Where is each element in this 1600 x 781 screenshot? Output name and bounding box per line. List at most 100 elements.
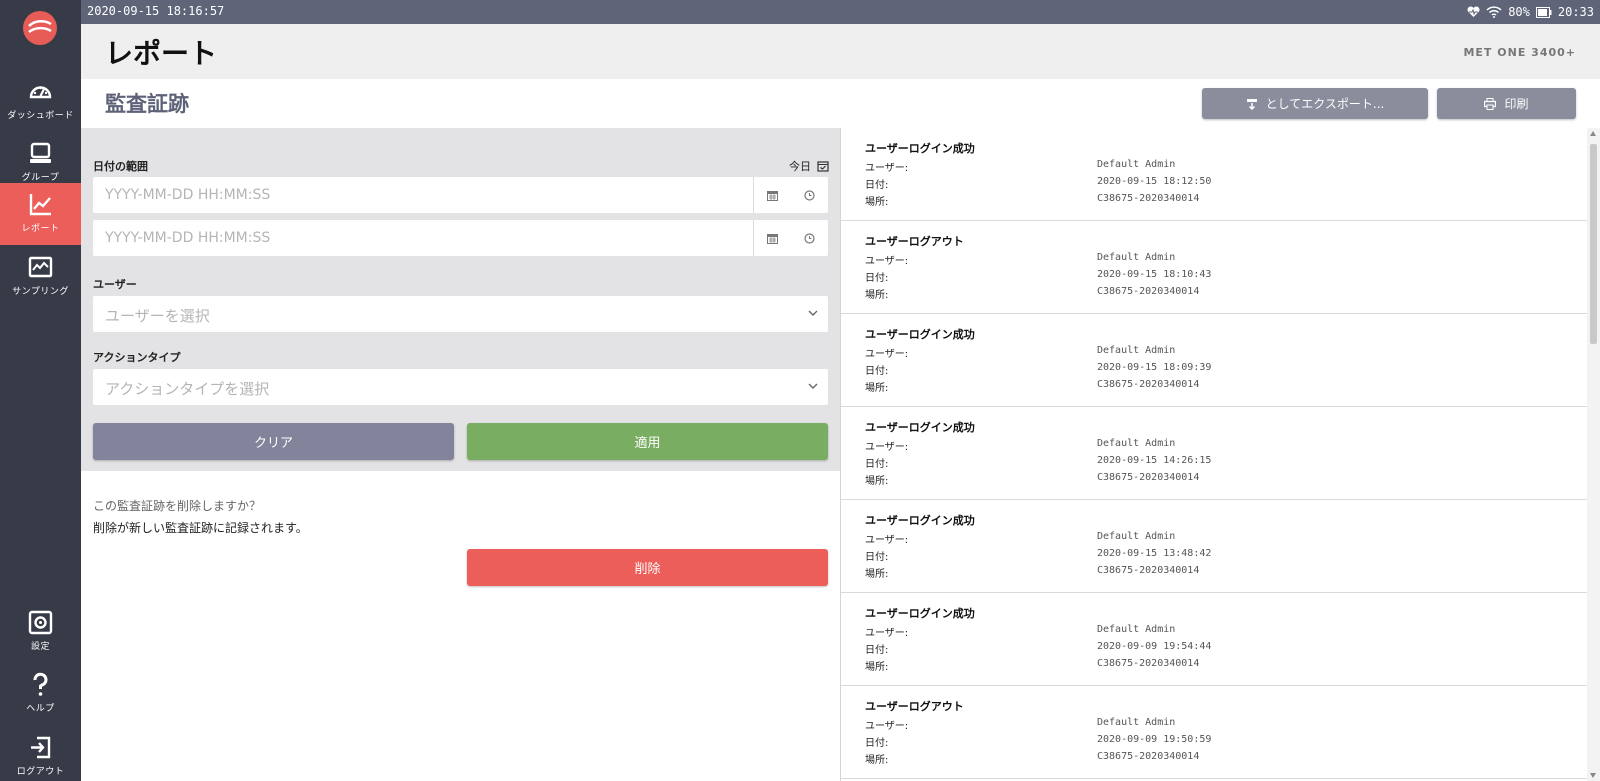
export-icon	[1246, 98, 1257, 110]
log-location-value: C38675-2020340014	[1097, 193, 1200, 204]
log-user-key: ユーザー:	[865, 163, 909, 174]
log-entry[interactable]: ユーザーログイン成功 ユーザー: Default Admin 日付: 2020-09-0…	[841, 593, 1587, 686]
sidebar-item-label: ヘルプ	[26, 704, 55, 714]
log-entry[interactable]: ユーザーログイン成功 ユーザー: Default Admin 日付: 2020-09-1…	[841, 500, 1587, 593]
clock-icon	[804, 232, 815, 244]
brand-logo-icon	[23, 11, 57, 45]
log-entry-title: ユーザーログアウト	[865, 700, 964, 713]
log-entry[interactable]: ユーザーログアウト ユーザー: Default Admin 日付: 2020-09-09…	[841, 686, 1587, 779]
audit-log-list[interactable]: ユーザーログイン成功 ユーザー: Default Admin 日付: 2020-09-1…	[841, 128, 1587, 781]
clear-button[interactable]: クリア	[93, 423, 454, 460]
sidebar-item-report[interactable]: レポート	[0, 183, 81, 245]
today-button[interactable]: 今日	[789, 158, 829, 174]
wifi-icon	[1486, 6, 1502, 18]
clock-icon	[804, 189, 815, 201]
log-entry-title: ユーザーログイン成功	[865, 514, 975, 527]
user-select[interactable]: ユーザーを選択	[93, 296, 828, 332]
log-location-value: C38675-2020340014	[1097, 565, 1200, 576]
sidebar-item-sampling[interactable]: サンプリング	[0, 246, 81, 308]
group-icon	[30, 142, 51, 163]
log-location-key: 場所:	[865, 383, 889, 394]
log-date-value: 2020-09-15 14:26:15	[1097, 455, 1212, 466]
scroll-down-arrow-icon[interactable]	[1590, 773, 1596, 778]
page-header: レポート MET ONE 3400+	[81, 24, 1600, 79]
dashboard-gauge-icon	[29, 86, 52, 99]
log-user-value: Default Admin	[1097, 159, 1176, 170]
battery-icon	[1535, 6, 1552, 18]
sidebar-item-label: ダッシュボード	[7, 111, 74, 121]
log-location-value: C38675-2020340014	[1097, 286, 1200, 297]
page-title: レポート	[105, 37, 218, 70]
action-type-label: アクションタイプ	[93, 351, 181, 364]
log-date-key: 日付:	[865, 459, 889, 470]
export-button[interactable]: としてエクスポート...	[1202, 88, 1428, 119]
log-user-value: Default Admin	[1097, 717, 1176, 728]
log-location-value: C38675-2020340014	[1097, 472, 1200, 483]
log-user-value: Default Admin	[1097, 252, 1176, 263]
log-date-value: 2020-09-09 19:54:44	[1097, 641, 1212, 652]
status-datetime: 2020-09-15 18:16:57	[87, 4, 225, 18]
sidebar-item-settings[interactable]: 設定	[0, 601, 81, 663]
end-datetime-field[interactable]: YYYY-MM-DD HH:MM:SS	[93, 220, 828, 256]
calendar-check-icon	[817, 161, 829, 172]
start-date-picker-button[interactable]	[754, 177, 791, 213]
log-entry[interactable]: ユーザーログイン成功 ユーザー: Default Admin 日付: 2020-09-1…	[841, 128, 1587, 221]
log-entry[interactable]: ユーザーログアウト ユーザー: Default Admin 日付: 2020-09-15…	[841, 221, 1587, 314]
device-name: MET ONE 3400+	[1463, 46, 1576, 59]
sidebar-item-label: レポート	[21, 224, 60, 234]
log-scrollbar[interactable]	[1587, 128, 1600, 781]
log-user-key: ユーザー:	[865, 256, 909, 267]
log-user-key: ユーザー:	[865, 349, 909, 360]
log-date-value: 2020-09-15 18:09:39	[1097, 362, 1212, 373]
user-label: ユーザー	[93, 278, 137, 291]
logout-icon	[31, 736, 51, 759]
chevron-down-icon	[808, 383, 818, 389]
start-time-picker-button[interactable]	[791, 177, 828, 213]
log-user-value: Default Admin	[1097, 531, 1176, 542]
report-chart-icon	[29, 194, 51, 216]
log-location-value: C38675-2020340014	[1097, 658, 1200, 669]
delete-question: この監査証跡を削除しますか？	[93, 499, 262, 513]
print-button[interactable]: 印刷	[1437, 88, 1576, 119]
scroll-thumb[interactable]	[1590, 144, 1597, 344]
printer-icon	[1484, 97, 1497, 110]
log-user-value: Default Admin	[1097, 624, 1176, 635]
delete-button[interactable]: 削除	[467, 549, 828, 586]
log-user-value: Default Admin	[1097, 345, 1176, 356]
sidebar-item-label: 設定	[30, 642, 50, 652]
action-type-select[interactable]: アクションタイプを選択	[93, 369, 828, 405]
calendar-icon	[767, 190, 778, 201]
log-entry[interactable]: ユーザーログイン成功 ユーザー: Default Admin 日付: 2020-09-1…	[841, 407, 1587, 500]
user-select-placeholder: ユーザーを選択	[105, 307, 210, 325]
log-date-key: 日付:	[865, 738, 889, 749]
log-date-value: 2020-09-09 19:50:59	[1097, 734, 1212, 745]
end-date-picker-button[interactable]	[754, 220, 791, 256]
log-user-key: ユーザー:	[865, 442, 909, 453]
sidebar: ダッシュボード グループ レポート サンプリング 設定 ヘルプ ログアウト	[0, 0, 81, 781]
sidebar-item-label: サンプリング	[12, 287, 69, 297]
log-entry-title: ユーザーログイン成功	[865, 328, 975, 341]
section-header: 監査証跡 としてエクスポート... 印刷	[81, 79, 1600, 128]
export-label: としてエクスポート...	[1265, 97, 1385, 111]
apply-button[interactable]: 適用	[467, 423, 828, 460]
start-datetime-field[interactable]: YYYY-MM-DD HH:MM:SS	[93, 177, 828, 213]
delete-info: 削除が新しい監査証跡に記録されます。	[93, 521, 308, 535]
log-date-key: 日付:	[865, 366, 889, 377]
status-clock: 20:33	[1557, 5, 1594, 19]
log-date-key: 日付:	[865, 180, 889, 191]
end-time-picker-button[interactable]	[791, 220, 828, 256]
scroll-up-arrow-icon[interactable]	[1590, 131, 1596, 136]
log-date-value: 2020-09-15 13:48:42	[1097, 548, 1212, 559]
log-user-key: ユーザー:	[865, 535, 909, 546]
sidebar-item-dashboard[interactable]: ダッシュボード	[0, 70, 81, 132]
log-location-key: 場所:	[865, 476, 889, 487]
sidebar-item-help[interactable]: ヘルプ	[0, 663, 81, 725]
log-date-key: 日付:	[865, 273, 889, 284]
today-label: 今日	[789, 160, 811, 173]
heart-icon	[1467, 6, 1480, 17]
print-label: 印刷	[1504, 97, 1529, 111]
log-entry[interactable]: ユーザーログイン成功 ユーザー: Default Admin 日付: 2020-09-1…	[841, 314, 1587, 407]
sampling-icon	[28, 256, 53, 278]
log-location-key: 場所:	[865, 290, 889, 301]
sidebar-item-logout[interactable]: ログアウト	[0, 726, 81, 781]
